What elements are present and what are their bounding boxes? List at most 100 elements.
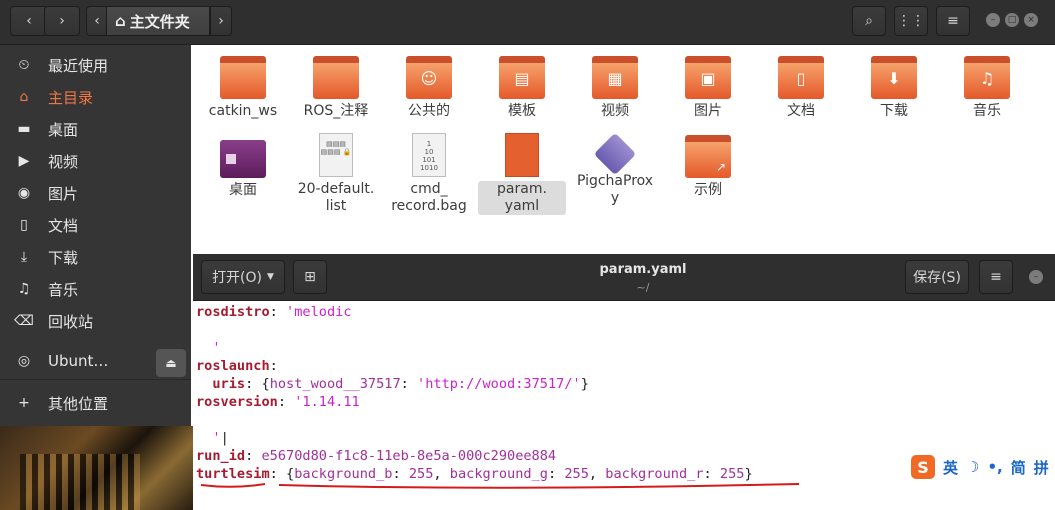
- sidebar-divider: [0, 379, 191, 380]
- file-item-catkin-ws[interactable]: catkin_ws: [199, 56, 287, 120]
- eject-button[interactable]: ⏏: [156, 349, 186, 377]
- menu-button[interactable]: ≡: [936, 6, 970, 36]
- new-tab-button[interactable]: ⊞: [293, 260, 327, 294]
- clock-icon: ⏲: [18, 57, 30, 73]
- public-folder-icon: ☺: [406, 56, 452, 99]
- editor-menu-button[interactable]: ≡: [979, 260, 1013, 294]
- path-left-button[interactable]: ‹: [86, 6, 108, 36]
- file-item-public[interactable]: ☺ 公共的: [385, 56, 473, 120]
- sidebar-item-desktop[interactable]: ▬ 桌面: [0, 113, 191, 145]
- sidebar-item-downloads[interactable]: ⤓ 下载: [0, 241, 191, 273]
- yaml-file-icon: [505, 133, 539, 177]
- forward-button[interactable]: ›: [44, 6, 80, 36]
- file-item-downloads[interactable]: ⬇ 下载: [850, 56, 938, 120]
- file-label: 模板: [508, 103, 536, 119]
- desktop-wallpaper: [0, 426, 195, 510]
- moon-icon[interactable]: ☽: [966, 458, 979, 476]
- file-label: catkin_ws: [208, 103, 278, 119]
- file-label: cmd_ record.bag: [391, 181, 467, 214]
- plus-icon: +: [18, 395, 30, 411]
- sidebar-item-videos[interactable]: ▶ 视频: [0, 145, 191, 177]
- file-label: 20-default. list: [297, 181, 375, 214]
- minimize-button[interactable]: –: [986, 13, 1000, 27]
- file-item-videos[interactable]: ▦ 视频: [571, 56, 659, 120]
- breadcrumb-home[interactable]: ⌂ 主文件夹: [106, 6, 210, 36]
- document-title: param.yaml: [599, 262, 687, 277]
- sidebar-item-label: 回收站: [48, 312, 94, 331]
- home-icon: ⌂: [19, 89, 29, 105]
- grid-icon: ⋮⋮: [897, 13, 925, 29]
- file-item-documents[interactable]: ▯ 文档: [757, 56, 845, 120]
- ime-mode[interactable]: 英: [943, 457, 958, 478]
- sidebar-item-label: Ubunt…: [48, 352, 109, 370]
- back-button[interactable]: ‹: [10, 6, 48, 36]
- simplified-toggle[interactable]: 简: [1011, 457, 1026, 478]
- hamburger-icon: ≡: [990, 269, 1002, 285]
- view-toggle-button[interactable]: ⋮⋮: [894, 6, 928, 36]
- file-item-20-default-list[interactable]: ▤▤▤ ▤▤▤ 🔒 20-default. list: [292, 133, 380, 215]
- sidebar-item-label: 其他位置: [48, 394, 109, 413]
- sidebar-item-documents[interactable]: ▯ 文档: [0, 209, 191, 241]
- file-item-ros-notes[interactable]: ROS_注释: [292, 56, 380, 120]
- templates-folder-icon: ▤: [499, 56, 545, 99]
- music-folder-icon: ♫: [964, 56, 1010, 99]
- file-label: 视频: [601, 103, 629, 119]
- file-item-pictures[interactable]: ▣ 图片: [664, 56, 752, 120]
- file-item-examples[interactable]: ↗ 示例: [664, 135, 752, 199]
- maximize-button[interactable]: □: [1005, 13, 1019, 27]
- file-item-templates[interactable]: ▤ 模板: [478, 56, 566, 120]
- chevron-left-icon: ‹: [26, 13, 32, 29]
- input-method-toolbar[interactable]: S 英 ☽ •, 简 拼: [909, 453, 1055, 481]
- sidebar-item-trash[interactable]: ⌫ 回收站: [0, 305, 191, 337]
- link-folder-icon: ↗: [685, 135, 731, 178]
- trash-icon: ⌫: [14, 313, 34, 329]
- sidebar-item-label: 音乐: [48, 280, 79, 299]
- folder-icon: [313, 56, 359, 99]
- sidebar-item-music[interactable]: ♫ 音乐: [0, 273, 191, 305]
- file-item-pigchaproxy[interactable]: PigchaProx y: [571, 132, 659, 207]
- close-button[interactable]: ×: [1024, 13, 1038, 27]
- sidebar-item-other-locations[interactable]: + 其他位置: [0, 387, 191, 419]
- punctuation-icon[interactable]: •,: [987, 458, 1002, 476]
- sogou-logo-icon: S: [911, 455, 935, 479]
- sidebar: ⏲ 最近使用 ⌂ 主目录 ▬ 桌面 ▶ 视频 ◉ 图片 ▯ 文档 ⤓ 下载 ♫ 音乐 ⌫ 回收站 …: [0, 45, 191, 426]
- sidebar-item-pictures[interactable]: ◉ 图片: [0, 177, 191, 209]
- pictures-folder-icon: ▣: [685, 56, 731, 99]
- download-icon: ⤓: [20, 249, 28, 265]
- file-item-cmd-record-bag[interactable]: 1 10 101 1010 cmd_ record.bag: [385, 133, 473, 215]
- file-item-music[interactable]: ♫ 音乐: [943, 56, 1031, 120]
- file-item-desktop[interactable]: 桌面: [199, 140, 287, 199]
- camera-icon: ◉: [17, 185, 31, 201]
- hamburger-icon: ≡: [947, 13, 959, 29]
- sidebar-item-label: 主目录: [48, 88, 94, 107]
- desktop-folder-icon: [220, 140, 266, 178]
- document-icon: ▯: [20, 217, 28, 233]
- path-right-button[interactable]: ›: [210, 6, 232, 36]
- open-button[interactable]: 打开(O) ▼: [201, 260, 285, 294]
- sidebar-item-recent[interactable]: ⏲ 最近使用: [0, 49, 191, 81]
- file-label: 图片: [694, 103, 722, 119]
- file-item-param-yaml[interactable]: param. yaml: [478, 133, 566, 215]
- home-icon: ⌂: [115, 12, 126, 30]
- pinyin-toggle[interactable]: 拼: [1034, 457, 1049, 478]
- save-button[interactable]: 保存(S): [905, 260, 969, 294]
- chevron-down-icon: ▼: [267, 272, 274, 282]
- downloads-folder-icon: ⬇: [871, 56, 917, 99]
- editor-minimize-button[interactable]: –: [1029, 270, 1043, 284]
- sidebar-item-label: 图片: [48, 184, 79, 203]
- folder-icon: ▬: [17, 121, 31, 137]
- sidebar-item-home[interactable]: ⌂ 主目录: [0, 81, 191, 113]
- file-label: 音乐: [973, 103, 1001, 119]
- sidebar-item-label: 桌面: [48, 120, 79, 139]
- file-label: 示例: [694, 182, 722, 198]
- open-label: 打开(O): [212, 270, 263, 286]
- file-label: 文档: [787, 103, 815, 119]
- chevron-right-icon: ›: [218, 13, 224, 29]
- document-path: ~/: [636, 281, 650, 294]
- new-document-icon: ⊞: [304, 269, 316, 285]
- sidebar-item-label: 下载: [48, 248, 79, 267]
- documents-folder-icon: ▯: [778, 56, 824, 99]
- search-button[interactable]: ⌕: [852, 6, 886, 36]
- folder-icon: [220, 56, 266, 99]
- file-manager-header: ‹ › ‹ ⌂ 主文件夹 › ⌕ ⋮⋮ ≡ – □ ×: [0, 0, 1055, 45]
